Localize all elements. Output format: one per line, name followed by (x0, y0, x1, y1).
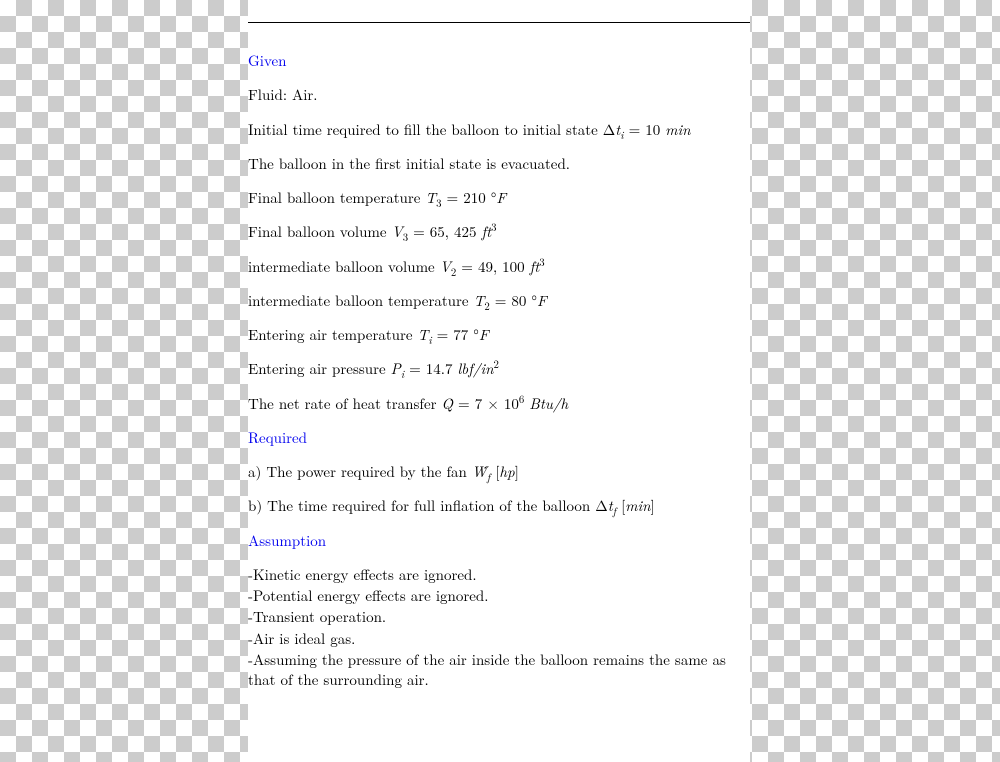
value: = 10 (624, 119, 666, 140)
unit: min (625, 495, 650, 516)
value: = 65, 425 (408, 221, 481, 242)
unit: F (496, 187, 506, 208)
assumption-item: -Potential energy effects are ignored. (248, 586, 750, 606)
heading-given: Given (248, 51, 750, 71)
assumption-item: -Assuming the pressure of the air inside… (248, 650, 750, 691)
exponent: 2 (494, 357, 499, 372)
unit: hp (499, 461, 514, 482)
unit: ft (481, 221, 491, 242)
unit: lbf/in (457, 358, 493, 379)
page: Given Fluid: Air. Initial time required … (248, 0, 750, 762)
value: = 80 ° (490, 290, 537, 311)
symbol: T (474, 290, 485, 311)
symbol: V (440, 256, 451, 277)
text: Final balloon temperature (248, 187, 425, 208)
symbol: P (391, 358, 401, 379)
heading-required: Required (248, 428, 750, 448)
symbol: T (418, 324, 429, 345)
unit: F (537, 290, 547, 311)
symbol: T (425, 187, 436, 208)
content-block: Given Fluid: Air. Initial time required … (248, 22, 750, 690)
text: Initial time required to fill the balloo… (248, 119, 615, 140)
text: Entering air pressure (248, 358, 391, 379)
given-pi: Entering air pressure Pi = 14.7 lbf/in2 (248, 359, 750, 379)
given-v2: intermediate balloon volume V2 = 49, 100… (248, 257, 750, 277)
given-ti: Entering air temperature Ti = 77 °F (248, 325, 750, 345)
given-evacuated: The balloon in the first initial state i… (248, 154, 750, 174)
symbol: Ẇ (472, 461, 487, 482)
given-fluid: Fluid: Air. (248, 85, 750, 105)
text: Entering air temperature (248, 324, 418, 345)
required-a: a) The power required by the fan Ẇf [hp] (248, 462, 750, 482)
text: b) The time required for full inflation … (248, 495, 608, 516)
given-q: The net rate of heat transfer Q̇ = 7 × 1… (248, 394, 750, 414)
assumption-item: -Air is ideal gas. (248, 629, 750, 649)
value: = 77 ° (432, 324, 479, 345)
unit: Btu/h (529, 393, 568, 414)
value: = 49, 100 (456, 256, 529, 277)
text: a) The power required by the fan (248, 461, 472, 482)
assumption-list: -Kinetic energy effects are ignored. -Po… (248, 565, 750, 691)
assumption-item: -Transient operation. (248, 607, 750, 627)
value: = 7 × 10 (453, 393, 519, 414)
bracket-close: ] (515, 461, 519, 482)
value: = 14.7 (404, 358, 457, 379)
text: intermediate balloon temperature (248, 290, 474, 311)
unit: min (665, 119, 690, 140)
text: intermediate balloon volume (248, 256, 440, 277)
given-initial-time: Initial time required to fill the balloo… (248, 120, 750, 140)
given-t3: Final balloon temperature T3 = 210 °F (248, 188, 750, 208)
exponent: 3 (539, 255, 544, 270)
value: = 210 ° (442, 187, 497, 208)
bracket-open: [ (616, 495, 625, 516)
given-t2: intermediate balloon temperature T2 = 80… (248, 291, 750, 311)
bracket-close: ] (651, 495, 655, 516)
unit: ft (530, 256, 540, 277)
unit: F (479, 324, 489, 345)
given-v3: Final balloon volume V3 = 65, 425 ft3 (248, 222, 750, 242)
assumption-item: -Kinetic energy effects are ignored. (248, 565, 750, 585)
symbol: V (392, 221, 403, 242)
symbol: Q̇ (442, 393, 454, 414)
text: Final balloon volume (248, 221, 392, 242)
required-b: b) The time required for full inflation … (248, 496, 750, 516)
bracket-open: [ (490, 461, 499, 482)
heading-assumption: Assumption (248, 531, 750, 551)
text: The net rate of heat transfer (248, 393, 442, 414)
exponent: 3 (491, 220, 496, 235)
